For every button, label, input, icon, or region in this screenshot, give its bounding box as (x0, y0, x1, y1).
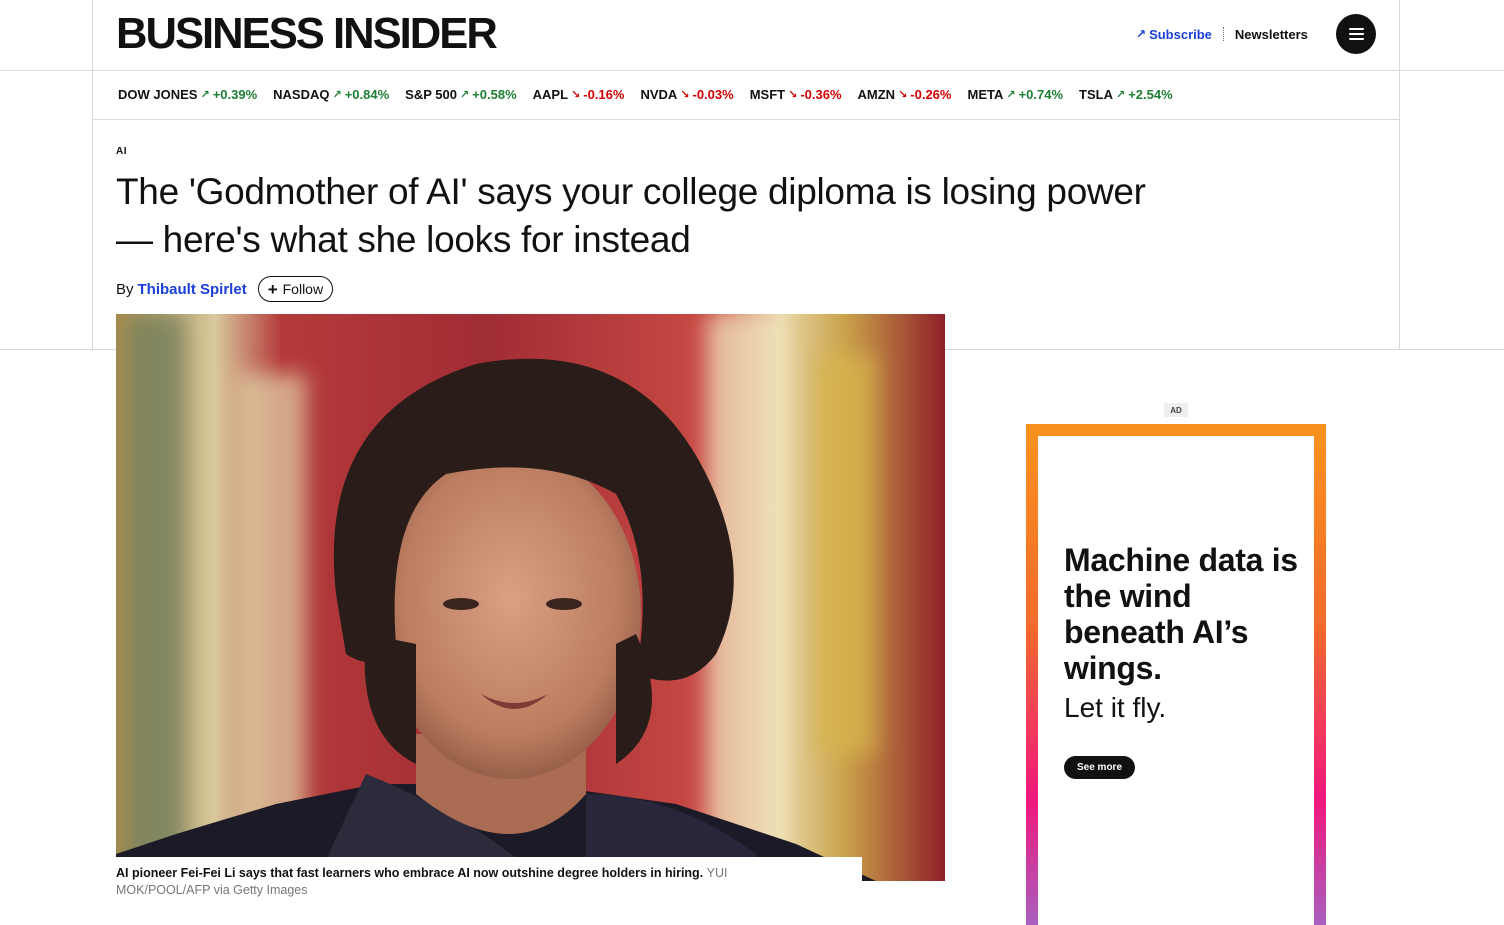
arrow-down-icon: ↘ (898, 89, 908, 101)
ticker-symbol: NVDA (640, 87, 678, 102)
hero-image (116, 314, 945, 881)
ticker-item[interactable]: S&P 500 ↗ +0.58% (405, 87, 516, 102)
ad-content: Machine data is the wind beneath AI’s wi… (1038, 436, 1314, 925)
ticker-change: +0.58% (472, 87, 517, 102)
ticker-change: -0.16% (583, 87, 625, 102)
byline-prefix: By (116, 280, 134, 298)
ticker-change: +0.84% (344, 87, 390, 102)
article-headline: The 'Godmother of AI' says your college … (116, 171, 1146, 260)
ticker-symbol: AAPL (532, 87, 569, 102)
follow-button[interactable]: + Follow (257, 276, 334, 302)
ticker-symbol: META (967, 87, 1004, 102)
plus-icon: + (267, 279, 278, 299)
hamburger-menu-icon[interactable] (1336, 14, 1376, 54)
market-ticker: DOW JONES ↗ +0.39% NASDAQ ↗ +0.84% S&P 5… (118, 87, 1189, 102)
arrow-up-right-icon: ↗ (1136, 27, 1147, 41)
ticker-item[interactable]: META ↗ +0.74% (967, 87, 1063, 102)
header-separator (1222, 27, 1224, 41)
ticker-divider (92, 119, 1400, 120)
byline: By Thibault Spirlet + Follow (116, 276, 334, 302)
ticker-change: +0.74% (1018, 87, 1064, 102)
ticker-symbol: AMZN (857, 87, 896, 102)
ticker-symbol: TSLA (1079, 87, 1113, 102)
header-actions: ↗ Subscribe Newsletters (1136, 14, 1308, 54)
ticker-item[interactable]: DOW JONES ↗ +0.39% (118, 87, 257, 102)
arrow-up-icon: ↗ (459, 89, 470, 101)
site-logo[interactable]: BUSINESS INSIDER (116, 12, 498, 56)
arrow-down-icon: ↘ (571, 89, 581, 101)
ticker-change: -0.26% (910, 87, 952, 102)
ad-title: Machine data is the wind beneath AI’s wi… (1064, 542, 1298, 686)
ad-see-more-button[interactable]: See more (1064, 756, 1135, 779)
ticker-change: -0.03% (692, 87, 734, 102)
ticker-symbol: NASDAQ (273, 87, 330, 102)
subscribe-label: Subscribe (1149, 26, 1212, 42)
ticker-symbol: S&P 500 (405, 87, 457, 102)
ticker-item[interactable]: AAPL ↘ -0.16% (533, 87, 625, 102)
ticker-item[interactable]: MSFT ↘ -0.36% (750, 87, 842, 102)
author-link[interactable]: Thibault Spirlet (138, 281, 247, 298)
ticker-item[interactable]: TSLA ↗ +2.54% (1079, 87, 1173, 102)
arrow-up-icon: ↗ (200, 89, 210, 101)
ticker-item[interactable]: NASDAQ ↗ +0.84% (273, 87, 389, 102)
ticker-symbol: DOW JONES (118, 87, 198, 102)
arrow-up-icon: ↗ (1115, 89, 1126, 101)
ad-subtitle: Let it fly. (1064, 692, 1167, 723)
ad-label: AD (1164, 403, 1188, 417)
advertisement[interactable]: Machine data is the wind beneath AI’s wi… (1026, 424, 1326, 925)
follow-label: Follow (282, 281, 324, 297)
ticker-change: +0.39% (212, 87, 258, 102)
newsletters-link[interactable]: Newsletters (1235, 27, 1308, 42)
subscribe-link[interactable]: ↗ Subscribe (1136, 27, 1212, 42)
ticker-symbol: MSFT (749, 87, 786, 102)
arrow-down-icon: ↘ (680, 89, 690, 101)
ticker-change: -0.36% (800, 87, 842, 102)
header-divider (0, 70, 1504, 71)
caption-text: AI pioneer Fei-Fei Li says that fast lea… (116, 866, 704, 880)
ticker-item[interactable]: AMZN ↘ -0.26% (858, 87, 952, 102)
ticker-item[interactable]: NVDA ↘ -0.03% (640, 87, 733, 102)
article-category[interactable]: AI (116, 146, 127, 157)
arrow-down-icon: ↘ (788, 89, 798, 101)
arrow-up-icon: ↗ (1006, 89, 1016, 101)
ticker-change: +2.54% (1128, 87, 1173, 102)
image-caption: AI pioneer Fei-Fei Li says that fast lea… (116, 865, 766, 899)
arrow-up-icon: ↗ (332, 89, 342, 101)
